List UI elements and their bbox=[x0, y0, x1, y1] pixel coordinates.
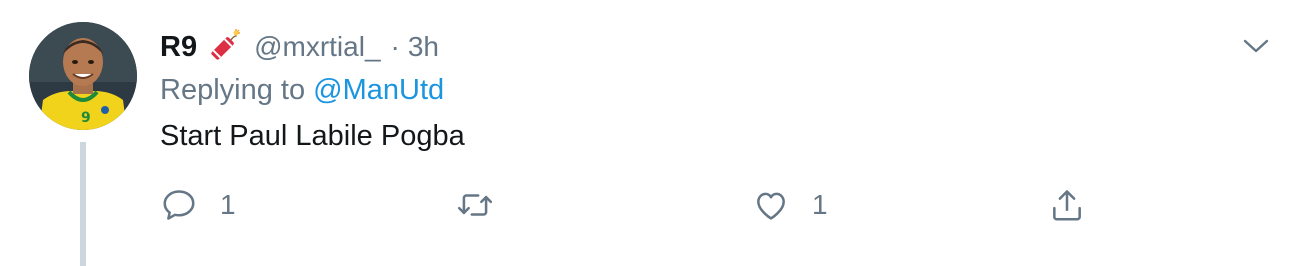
separator-dot: · bbox=[390, 31, 400, 62]
reply-icon bbox=[163, 190, 195, 220]
reply-count: 1 bbox=[220, 189, 236, 220]
retweet-icon bbox=[457, 194, 493, 216]
svg-text:9: 9 bbox=[81, 110, 91, 126]
tweet-timestamp[interactable]: 3h bbox=[408, 31, 439, 63]
share-icon bbox=[1053, 190, 1081, 221]
replying-to-label: Replying to bbox=[160, 74, 306, 106]
like-count: 1 bbox=[812, 189, 828, 220]
chevron-down-icon[interactable] bbox=[1240, 30, 1272, 62]
retweet-button[interactable] bbox=[456, 182, 516, 228]
reply-button[interactable]: 1 bbox=[160, 182, 236, 228]
tweet[interactable]: 9 R9 @mxrtial_ · 3h Replying to @ManUtd … bbox=[0, 0, 1301, 266]
avatar[interactable]: 9 bbox=[29, 22, 137, 130]
mention-link[interactable]: @ManUtd bbox=[313, 74, 444, 106]
user-handle[interactable]: @mxrtial_ bbox=[254, 31, 380, 63]
replying-to: Replying to @ManUtd bbox=[160, 74, 444, 107]
tweet-header: R9 @mxrtial_ · 3h bbox=[160, 24, 439, 70]
avatar-image: 9 bbox=[29, 22, 137, 130]
share-button[interactable] bbox=[1048, 182, 1086, 228]
heart-icon bbox=[757, 192, 785, 220]
thread-line bbox=[80, 142, 86, 266]
like-button[interactable]: 1 bbox=[752, 182, 828, 228]
display-name[interactable]: R9 bbox=[160, 31, 197, 64]
tweet-text: Start Paul Labile Pogba bbox=[160, 120, 465, 152]
firecracker-emoji-icon bbox=[206, 29, 242, 65]
